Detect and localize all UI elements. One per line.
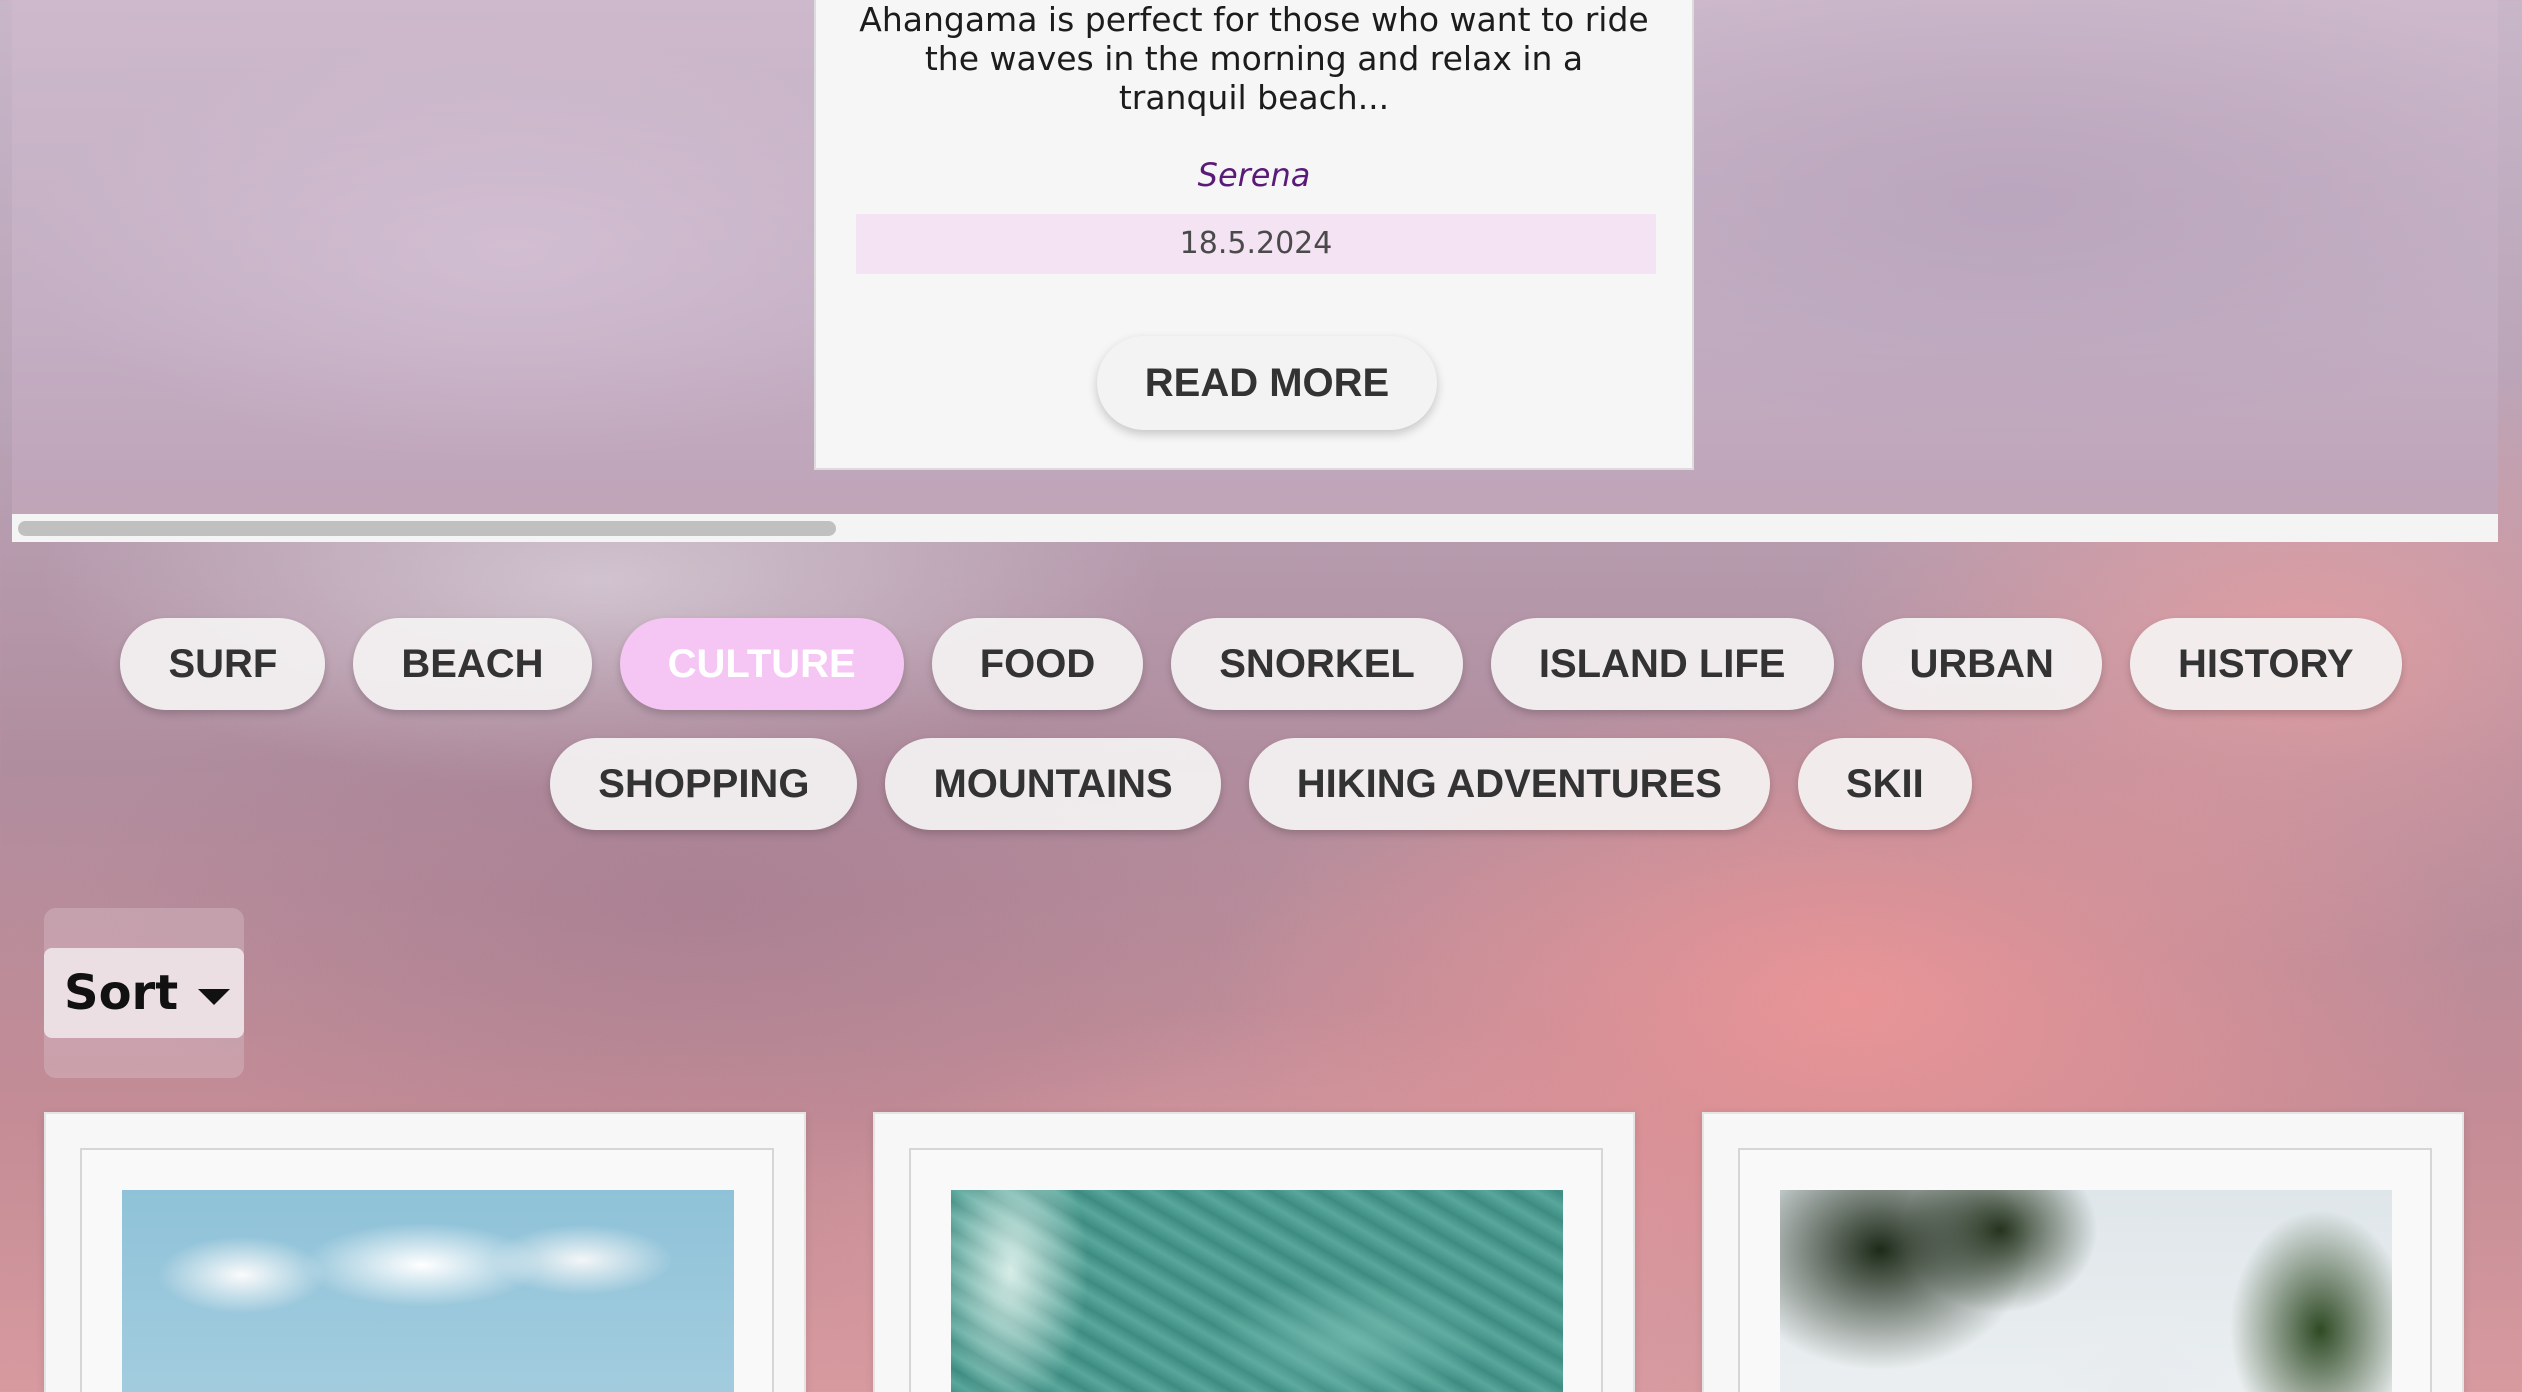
tag-history[interactable]: HISTORY — [2129, 618, 2402, 710]
post-author: Serena — [1197, 156, 1311, 194]
sort-label: Sort — [64, 965, 179, 1021]
tag-mountains[interactable]: MOUNTAINS — [885, 738, 1221, 830]
post-image[interactable] — [1780, 1190, 2392, 1392]
tag-hiking-adventures[interactable]: HIKING ADVENTURES — [1248, 738, 1770, 830]
post-image-frame — [1738, 1148, 2432, 1392]
post-image[interactable] — [122, 1190, 734, 1392]
tag-skii[interactable]: SKII — [1797, 738, 1972, 830]
tag-surf[interactable]: SURF — [120, 618, 326, 710]
tag-culture[interactable]: CULTURE — [619, 618, 904, 710]
tag-shopping[interactable]: SHOPPING — [550, 738, 858, 830]
sort-dropdown[interactable]: Sort — [44, 948, 244, 1038]
tag-food[interactable]: FOOD — [931, 618, 1144, 710]
featured-post-card: Ahangama is perfect for those who want t… — [814, 0, 1694, 470]
sort-container: Sort — [44, 908, 244, 1078]
tag-urban[interactable]: URBAN — [1861, 618, 2102, 710]
featured-carousel: Ahangama is perfect for those who want t… — [12, 0, 2498, 542]
post-image-frame — [80, 1148, 774, 1392]
tag-island-life[interactable]: ISLAND LIFE — [1490, 618, 1834, 710]
post-card[interactable] — [873, 1112, 1635, 1392]
post-date: 18.5.2024 — [856, 214, 1656, 274]
tag-beach[interactable]: BEACH — [353, 618, 592, 710]
tag-snorkel[interactable]: SNORKEL — [1171, 618, 1463, 710]
read-more-button[interactable]: READ MORE — [1097, 336, 1437, 430]
category-row: SHOPPING MOUNTAINS HIKING ADVENTURES SKI… — [0, 738, 2522, 830]
post-image[interactable] — [951, 1190, 1563, 1392]
scrollbar-thumb[interactable] — [18, 521, 836, 536]
post-card[interactable] — [1702, 1112, 2464, 1392]
post-description: Ahangama is perfect for those who want t… — [859, 0, 1649, 117]
post-image-frame — [909, 1148, 1603, 1392]
category-row: SURF BEACH CULTURE FOOD SNORKEL ISLAND L… — [0, 618, 2522, 710]
horizontal-scrollbar[interactable] — [12, 514, 2498, 542]
caret-down-icon — [198, 989, 231, 1005]
category-filter: SURF BEACH CULTURE FOOD SNORKEL ISLAND L… — [0, 618, 2522, 858]
post-card[interactable] — [44, 1112, 806, 1392]
